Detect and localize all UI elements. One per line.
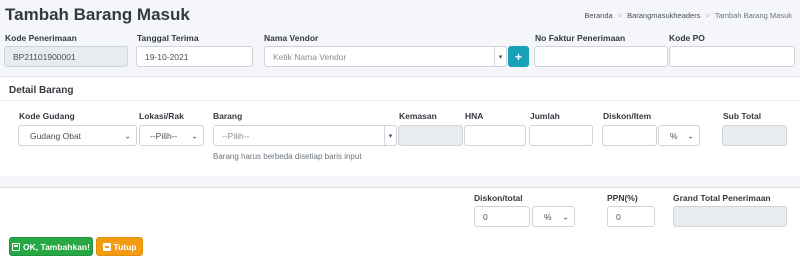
diskon-total-unit-select[interactable]: % ⌄ [532,206,575,227]
chevron-down-icon: ⌄ [687,131,694,140]
breadcrumb-home[interactable]: Beranda [584,11,612,20]
no-faktur-label: No Faktur Penerimaan [535,33,626,43]
minus-square-icon [102,242,111,251]
diskon-item-field[interactable] [602,125,657,146]
lokasi-select[interactable]: --Pilih-- ⌄ [139,125,204,146]
breadcrumb: Beranda > Barangmasukheaders > Tambah Ba… [584,11,792,20]
kode-gudang-header: Kode Gudang [19,111,75,121]
chevron-down-icon: ⌄ [124,131,131,140]
barang-help-text: Barang harus berbeda disetiap baris inpu… [213,152,362,161]
chevron-down-icon: ▾ [494,47,506,66]
chevron-down-icon: ▾ [384,126,396,145]
page-title: Tambah Barang Masuk [5,5,190,24]
chevron-down-icon: ⌄ [191,131,198,140]
kemasan-field [398,125,463,146]
add-vendor-button[interactable]: + [508,46,529,67]
kode-penerimaan-label: Kode Penerimaan [5,33,77,43]
card-divider [0,100,800,101]
kode-penerimaan-field: BP21101900001 [4,46,128,67]
ppn-field[interactable]: 0 [607,206,655,227]
jumlah-field[interactable] [529,125,593,146]
kode-gudang-select[interactable]: Gudang Obat ⌄ [18,125,137,146]
grand-total-label: Grand Total Penerimaan [673,193,771,203]
kode-po-label: Kode PO [669,33,705,43]
plus-icon: + [514,49,522,64]
sub-total-header: Sub Total [723,111,762,121]
barang-header: Barang [213,111,243,121]
detail-barang-title: Detail Barang [9,85,74,96]
tanggal-terima-label: Tanggal Terima [137,33,199,43]
hna-header: HNA [465,111,484,121]
diskon-total-label: Diskon/total [474,193,523,203]
floppy-disk-icon [12,242,21,251]
tutup-button[interactable]: Tutup [96,237,143,256]
kemasan-header: Kemasan [399,111,437,121]
vendor-placeholder: Ketik Nama Vendor [273,51,347,62]
breadcrumb-current: Tambah Barang Masuk [714,11,792,20]
barang-select[interactable]: --Pilih-- ▾ [213,125,397,146]
diskon-item-header: Diskon/Item [603,111,652,121]
chevron-down-icon: ⌄ [562,212,569,221]
sub-total-field [722,125,787,146]
lokasi-header: Lokasi/Rak [139,111,184,121]
ppn-label: PPN(%) [607,193,638,203]
diskon-total-field[interactable]: 0 [474,206,530,227]
nama-vendor-label: Nama Vendor [264,33,319,43]
grand-total-field [673,206,787,227]
kode-po-field[interactable] [669,46,795,67]
tanggal-terima-field[interactable]: 19-10-2021 [136,46,253,67]
jumlah-header: Jumlah [530,111,560,121]
hna-field[interactable] [464,125,526,146]
vendor-select[interactable]: Ketik Nama Vendor ▾ [264,46,507,67]
breadcrumb-separator: > [617,11,623,20]
no-faktur-field[interactable] [534,46,668,67]
breadcrumb-barangmasukheaders[interactable]: Barangmasukheaders [627,11,700,20]
ok-tambahkan-button[interactable]: OK, Tambahkan! [9,237,93,256]
breadcrumb-separator: > [705,11,710,20]
diskon-item-unit-select[interactable]: % ⌄ [658,125,700,146]
